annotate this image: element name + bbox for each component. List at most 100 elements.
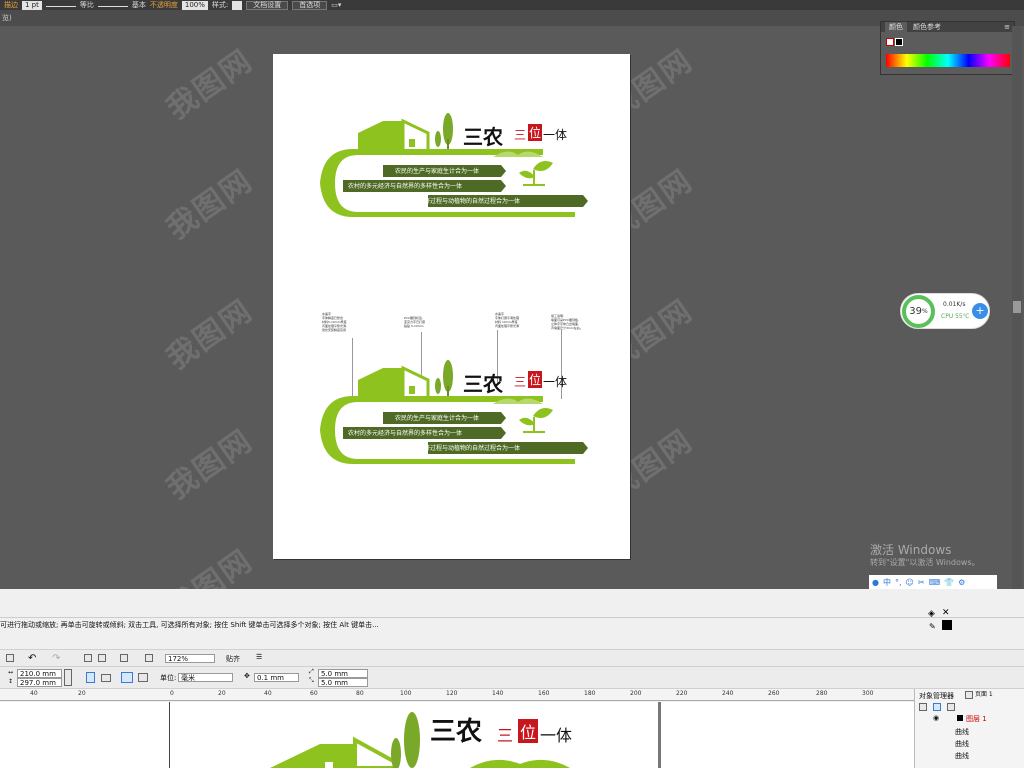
artboard[interactable]: 三农 三 位 一体 农民的生产与家庭生计合为一体 农村的多元经济与自然界的多样性… <box>273 54 630 559</box>
fill-none-swatch[interactable] <box>886 38 894 46</box>
nudge-distance-field[interactable]: 0.1 mm <box>254 673 299 682</box>
design-title-b3: 一体 <box>540 726 573 745</box>
slogan-text: 农民的生产与家庭生计合为一体 <box>395 415 480 422</box>
duplicate-x-field[interactable]: 5.0 mm <box>318 669 368 678</box>
visibility-icon[interactable]: ◉ <box>933 714 939 722</box>
slogan-text: 农民的生产与家庭生计合为一体 <box>395 168 480 175</box>
layer-name[interactable]: 图层 1 <box>966 714 987 724</box>
redo-icon[interactable]: ↷ <box>52 653 60 664</box>
panel-menu-icon[interactable]: ≡ <box>1004 23 1010 31</box>
no-fill-icon[interactable]: ✕ <box>942 608 952 618</box>
accelerate-button[interactable]: + <box>972 303 988 319</box>
color-panel[interactable]: 颜色 颜色参考 ≡ <box>880 21 1015 75</box>
portrait-button[interactable] <box>86 672 95 683</box>
options-icon[interactable]: ☰ <box>256 653 262 661</box>
fill-bucket-icon[interactable]: ◈ <box>928 609 938 619</box>
zoom-level-select[interactable]: 172% <box>165 654 215 663</box>
outline-color-swatch[interactable] <box>942 620 952 630</box>
edit-across-layers-icon[interactable] <box>933 703 941 711</box>
annotation-note-3: 水晶字 字体打磨平滑处理 材料 10mm厚度 背面处理平整光滑 <box>495 312 520 328</box>
slogan-text: 农业的经济过程与动植物的自然过程合为一体 <box>400 445 521 452</box>
preferences-button[interactable]: 首选项 <box>292 0 328 10</box>
fullscreen-icon[interactable] <box>145 654 153 662</box>
ime-language[interactable]: 中 <box>883 577 891 588</box>
style-swatch[interactable] <box>232 0 243 10</box>
page-width-field[interactable]: 210.0 mm <box>17 669 62 678</box>
tools-icon[interactable]: ✂ <box>918 578 925 587</box>
design-title-b3: 一体 <box>543 375 568 389</box>
export-icon[interactable] <box>98 654 106 662</box>
ime-logo-icon[interactable]: ● <box>872 578 879 587</box>
properties-icon[interactable] <box>919 703 927 711</box>
page-icon[interactable] <box>965 691 973 699</box>
horizontal-ruler[interactable]: 40 20 0 20 40 60 80 100 120 140 160 180 … <box>0 689 914 701</box>
curve-item[interactable]: 曲线 <box>955 739 969 749</box>
annotation-note-2: PVC雕刻标签, 亚克力字已打磨 粘贴 5-10mm <box>404 316 426 328</box>
page-label: 页面 1 <box>975 691 993 698</box>
layer-color-swatch <box>957 715 963 721</box>
cpu-monitor-widget[interactable]: 39% 0.01K/s CPU 55℃ + <box>900 293 990 329</box>
illustrator-control-bar: 描边 1 pt 等比 基本 不透明度 100% 样式: 文档设置 首选项 ▭▾ <box>0 0 1024 10</box>
design-title-b1: 三 <box>514 375 527 389</box>
settings-icon[interactable]: ⚙ <box>958 578 965 587</box>
design-title-a: 三农 <box>463 372 503 396</box>
vertical-scrollbar[interactable] <box>1012 26 1022 589</box>
activate-windows-title: 激活 Windows <box>870 543 952 557</box>
page-border-right <box>658 702 661 768</box>
design-title-a: 三农 <box>430 717 483 747</box>
design-title-b3: 一体 <box>543 128 568 142</box>
coreldraw-window: 可进行拖动或缩放; 再单击可旋转或倾斜; 双击工具, 可选择所有对象; 按住 S… <box>0 589 1024 768</box>
slogan-text: 农村的多元经济与自然界的多样性合为一体 <box>348 183 463 190</box>
watermark-text: 我图网 <box>160 163 260 247</box>
tab-color-guide[interactable]: 颜色参考 <box>913 22 941 32</box>
document-setup-button[interactable]: 文档设置 <box>246 0 289 10</box>
drawing-canvas[interactable]: 三农 三 位 一体 <box>0 702 914 768</box>
width-icon: ↔ <box>8 669 14 676</box>
scrollbar-thumb[interactable] <box>1013 301 1021 313</box>
variable-width-profile[interactable]: 等比 <box>80 0 94 10</box>
watermark-text: 我图网 <box>160 43 260 127</box>
units-label: 单位: <box>160 674 177 682</box>
annotation-note-1: 水晶字 字体精度已整合 材料5-10mm厚度 背面处理平整光滑, 简化安装精度实用 <box>322 312 347 332</box>
slogan-text: 农村的多元经济与自然界的多样性合为一体 <box>348 430 463 437</box>
status-bar-hint: 可进行拖动或缩放; 再单击可旋转或倾斜; 双击工具, 可选择所有对象; 按住 S… <box>0 621 379 629</box>
curve-item[interactable]: 曲线 <box>955 727 969 737</box>
opacity-label[interactable]: 不透明度 <box>150 0 178 10</box>
activate-windows-subtitle: 转到"设置"以激活 Windows。 <box>870 558 980 567</box>
keyboard-icon[interactable]: ⌨ <box>929 578 941 587</box>
stroke-swatch[interactable] <box>895 38 903 46</box>
document-tab[interactable]: 览) <box>2 14 12 22</box>
curve-item[interactable]: 曲线 <box>955 751 969 761</box>
duplicate-y-field[interactable]: 5.0 mm <box>318 678 368 687</box>
brush-profile[interactable]: 基本 <box>132 0 146 10</box>
paste-icon[interactable] <box>6 654 14 662</box>
arrange-icon[interactable]: ▭▾ <box>331 1 341 9</box>
landscape-button[interactable] <box>101 674 111 682</box>
page-height-field[interactable]: 297.0 mm <box>17 678 62 687</box>
pen-icon[interactable]: ✎ <box>929 622 936 631</box>
stroke-menu-label[interactable]: 描边 <box>4 0 18 10</box>
emoji-icon[interactable]: ☺ <box>906 578 914 587</box>
color-spectrum-bar[interactable] <box>886 54 1010 67</box>
stroke-weight-field[interactable]: 1 pt <box>22 0 42 10</box>
punctuation-icon[interactable]: °, <box>895 578 902 587</box>
ime-toolbar[interactable]: ● 中 °, ☺ ✂ ⌨ 👕 ⚙ <box>869 575 997 590</box>
layer-manager-icon[interactable] <box>947 703 955 711</box>
tab-color[interactable]: 颜色 <box>885 22 907 32</box>
publish-icon[interactable] <box>120 654 128 662</box>
watermark-text: 我图网 <box>160 423 260 507</box>
units-select[interactable]: 毫米 <box>178 673 233 682</box>
undo-icon[interactable]: ↶ <box>28 653 36 664</box>
current-page-icon[interactable] <box>138 673 148 682</box>
import-icon[interactable] <box>84 654 92 662</box>
sprout-icon <box>533 408 553 418</box>
design-title-b2: 位 <box>528 124 543 141</box>
skin-icon[interactable]: 👕 <box>944 578 954 587</box>
cpu-temperature: CPU 55℃ <box>941 313 970 320</box>
opacity-field[interactable]: 100% <box>181 0 208 10</box>
snap-to-menu[interactable]: 贴齐 <box>226 654 240 664</box>
object-manager-panel[interactable]: 对象管理器 页面 1 ◉ 图层 1 曲线 曲线 曲线 <box>914 689 1024 768</box>
cpu-usage-ring: 39% <box>902 295 935 328</box>
all-pages-icon[interactable] <box>121 672 133 683</box>
size-spinner[interactable] <box>64 669 72 686</box>
